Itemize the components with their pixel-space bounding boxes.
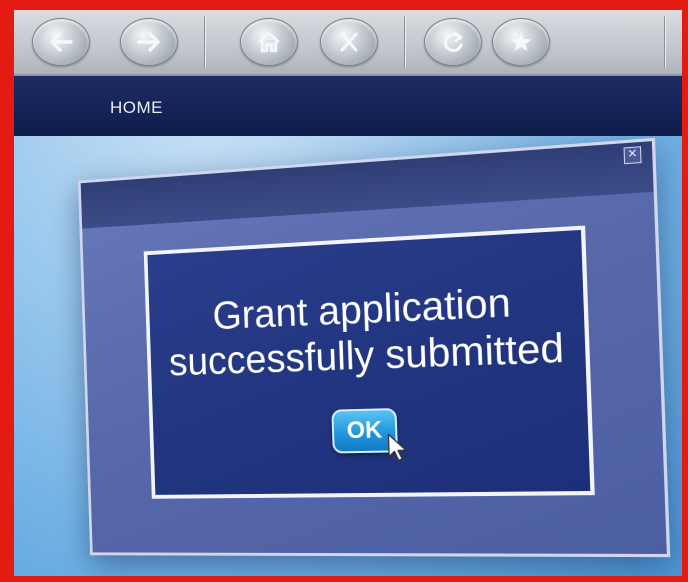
star-icon xyxy=(511,32,531,51)
dialog-close-button[interactable]: ✕ xyxy=(623,146,642,165)
mouse-cursor-icon xyxy=(385,432,412,463)
home-button[interactable] xyxy=(240,18,298,66)
nav-bar: HOME xyxy=(14,76,682,136)
close-icon xyxy=(340,32,358,52)
back-button[interactable] xyxy=(32,18,90,66)
toolbar-separator xyxy=(204,16,205,68)
forward-button[interactable] xyxy=(120,18,178,66)
dialog-message-panel: Grant application successfully submitted… xyxy=(143,225,595,499)
arrow-left-icon xyxy=(50,32,73,52)
toolbar-separator xyxy=(664,16,665,68)
stop-button[interactable] xyxy=(320,18,378,66)
refresh-icon xyxy=(443,31,463,52)
nav-home-link[interactable]: HOME xyxy=(110,98,163,118)
success-message: Grant application successfully submitted xyxy=(149,276,586,386)
browser-toolbar xyxy=(14,10,682,76)
refresh-button[interactable] xyxy=(424,18,482,66)
home-icon xyxy=(258,31,280,53)
dialog-title-bar: ✕ xyxy=(80,141,654,229)
success-dialog: ✕ Grant application successfully submitt… xyxy=(77,137,671,558)
toolbar-separator xyxy=(404,16,405,68)
favorites-button[interactable] xyxy=(492,18,550,66)
arrow-right-icon xyxy=(137,32,160,52)
browser-window: HOME ✕ Grant application successfully su… xyxy=(14,10,682,576)
